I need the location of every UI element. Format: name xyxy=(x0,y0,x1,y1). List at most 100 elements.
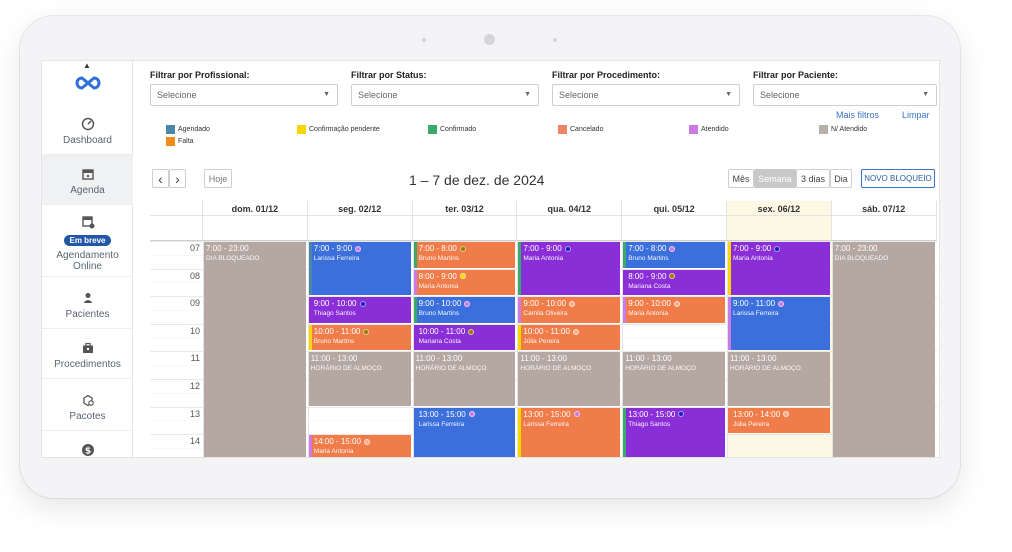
calendar-event[interactable]: 7:00 - 9:00 Maria Antonia xyxy=(728,242,830,296)
view-week-button[interactable]: Semana xyxy=(754,169,796,188)
sidebar-item-procedimentos[interactable]: Procedimentos xyxy=(42,329,133,379)
event-time: 13:00 - 15:00 xyxy=(419,410,513,420)
camera-icon xyxy=(484,34,495,45)
view-month-button[interactable]: Mês xyxy=(728,169,754,188)
status-dot-icon xyxy=(669,273,676,280)
calendar-event[interactable]: 11:00 - 13:00 HORÁRIO DE ALMOÇO xyxy=(413,352,516,406)
legend-swatch xyxy=(558,125,567,134)
day-header[interactable]: seg. 02/12 xyxy=(307,201,413,216)
calendar-event[interactable]: 13:00 - 14:00 Júlia Pereira xyxy=(728,407,830,434)
calendar-event[interactable]: 14:00 - 15:00 Maria Antonia xyxy=(308,435,411,457)
calendar-event[interactable]: 7:00 - 9:00 Larissa Ferreira xyxy=(308,242,411,296)
status-dot-icon xyxy=(459,245,466,252)
filter-profissional-select[interactable]: Selecione ▼ xyxy=(150,84,338,106)
calendar-event[interactable]: 13:00 - 15:00 Larissa Ferreira xyxy=(413,407,516,457)
select-placeholder: Selecione xyxy=(559,90,599,100)
sidebar-item-agendamento-online[interactable]: Em breve Agendamento Online xyxy=(42,205,133,277)
allday-cell[interactable] xyxy=(307,216,413,241)
status-strip xyxy=(623,269,627,296)
day-header[interactable]: sex. 06/12 xyxy=(727,201,832,216)
event-title: HORÁRIO DE ALMOÇO xyxy=(625,365,696,373)
filter-status-select[interactable]: Selecione ▼ xyxy=(351,84,539,106)
event-time: 9:00 - 10:00 xyxy=(628,299,722,309)
sidebar-item-agenda[interactable]: Agenda xyxy=(42,155,133,205)
calendar-event[interactable]: 7:00 - 23:00 DIA BLOQUEADO xyxy=(832,242,935,457)
event-title: Thiago Santos xyxy=(628,420,671,428)
event-time: 14:00 - 15:00 xyxy=(314,437,408,447)
allday-cell[interactable] xyxy=(203,216,308,241)
sidebar-item-dashboard[interactable]: Dashboard xyxy=(42,105,133,155)
status-dot-icon xyxy=(678,411,685,418)
status-strip xyxy=(518,297,522,323)
calendar-event[interactable]: 13:00 - 15:00 Thiago Santos xyxy=(623,407,725,457)
legend-cancelado: Cancelado xyxy=(558,125,603,134)
new-block-button[interactable]: NOVO BLOQUEIO xyxy=(861,169,935,188)
clear-filters-link[interactable]: Limpar xyxy=(902,110,930,120)
sidebar-item-pacotes[interactable]: Pacotes xyxy=(42,379,133,431)
new-block-label: NOVO BLOQUEIO xyxy=(864,174,932,183)
calendar-event[interactable]: 9:00 - 10:00 Bruno Martins xyxy=(413,297,516,323)
status-dot-icon xyxy=(774,245,781,252)
calendar-event[interactable]: 10:00 - 11:00 Júlia Pereira xyxy=(518,324,621,351)
event-time: 10:00 - 11:00 xyxy=(314,327,408,337)
calendar-event[interactable]: 11:00 - 13:00 HORÁRIO DE ALMOÇO xyxy=(623,352,725,406)
allday-cell[interactable] xyxy=(727,216,832,241)
status-strip xyxy=(623,242,627,268)
calendar-event[interactable]: 11:00 - 13:00 HORÁRIO DE ALMOÇO xyxy=(728,352,830,406)
allday-cell[interactable] xyxy=(412,216,518,241)
sidebar-item-pacientes[interactable]: Pacientes xyxy=(42,277,133,329)
page-title: 1 – 7 de dez. de 2024 xyxy=(409,172,545,188)
sidebar-item-financeiro[interactable]: $ xyxy=(42,431,133,457)
event-time: 11:00 - 13:00 xyxy=(415,354,463,364)
event-time: 7:00 - 8:00 xyxy=(628,244,722,254)
view-3days-button[interactable]: 3 dias xyxy=(796,169,830,188)
person-icon xyxy=(83,293,92,303)
event-time: 7:00 - 9:00 xyxy=(523,244,617,254)
event-title: Júlia Pereira xyxy=(523,337,560,345)
logo-icon[interactable] xyxy=(74,75,102,91)
allday-cell[interactable] xyxy=(622,216,727,241)
calendar-event[interactable]: 7:00 - 23:00 DIA BLOQUEADO xyxy=(204,242,306,457)
sidebar-collapse-icon[interactable]: ▲ xyxy=(83,61,91,70)
calendar-event[interactable]: 9:00 - 10:00 Maria Antonia xyxy=(623,297,725,323)
filter-procedimento-select[interactable]: Selecione ▼ xyxy=(552,84,740,106)
calendar-event[interactable]: 7:00 - 8:00 Bruno Martins xyxy=(623,242,725,268)
today-button[interactable]: Hoje xyxy=(204,169,232,188)
calendar-event[interactable]: 9:00 - 11:00 Larissa Ferreira xyxy=(728,297,830,351)
calendar-event[interactable]: 7:00 - 9:00 Maria Antonia xyxy=(518,242,621,296)
day-header[interactable]: sáb. 07/12 xyxy=(831,201,937,216)
day-header[interactable]: qui. 05/12 xyxy=(622,201,727,216)
event-time: 11:00 - 13:00 xyxy=(520,354,567,364)
filter-paciente-select[interactable]: Selecione ▼ xyxy=(753,84,937,106)
day-header[interactable]: ter. 03/12 xyxy=(412,201,518,216)
day-header[interactable]: qua. 04/12 xyxy=(517,201,623,216)
calendar-event[interactable]: 9:00 - 10:00 Thiago Santos xyxy=(308,297,411,323)
allday-cell[interactable] xyxy=(517,216,623,241)
event-time: 10:00 - 11:00 xyxy=(523,327,617,337)
calendar-event[interactable]: 10:00 - 11:00 Mariana Costa xyxy=(413,324,516,351)
calendar-event[interactable]: 13:00 - 15:00 Larissa Ferreira xyxy=(518,407,621,457)
day-header[interactable]: dom. 01/12 xyxy=(203,201,308,216)
calendar-event[interactable]: 7:00 - 8:00 Bruno Martins xyxy=(413,242,516,268)
allday-cell[interactable] xyxy=(831,216,937,241)
event-title: Bruno Martins xyxy=(313,337,355,345)
legend-confirmacao-pendente: Confirmação pendente xyxy=(297,125,380,134)
next-week-button[interactable]: › xyxy=(169,169,186,188)
calendar-event[interactable]: 11:00 - 13:00 HORÁRIO DE ALMOÇO xyxy=(518,352,621,406)
filter-status-label: Filtrar por Status: xyxy=(351,70,427,80)
prev-week-button[interactable]: ‹ xyxy=(152,169,169,188)
status-dot-icon xyxy=(468,411,475,418)
view-day-button[interactable]: Dia xyxy=(830,169,852,188)
calendar-event[interactable]: 8:00 - 9:00 Maria Antonia xyxy=(413,269,516,296)
more-filters-link[interactable]: Mais filtros xyxy=(836,110,879,120)
event-time: 11:00 - 13:00 xyxy=(310,354,358,364)
calendar-event[interactable]: 11:00 - 13:00 HORÁRIO DE ALMOÇO xyxy=(308,352,411,406)
status-strip xyxy=(308,242,312,296)
calendar-event[interactable]: 8:00 - 9:00 Mariana Costa xyxy=(623,269,725,296)
calendar-event[interactable]: 9:00 - 10:00 Camila Oliveira xyxy=(518,297,621,323)
status-strip xyxy=(413,242,417,268)
sensor-dot-left xyxy=(422,38,426,42)
calendar-event[interactable]: 10:00 - 11:00 Bruno Martins xyxy=(308,324,411,351)
legend-label: Cancelado xyxy=(570,126,604,133)
hour-label: 07 xyxy=(189,243,200,253)
